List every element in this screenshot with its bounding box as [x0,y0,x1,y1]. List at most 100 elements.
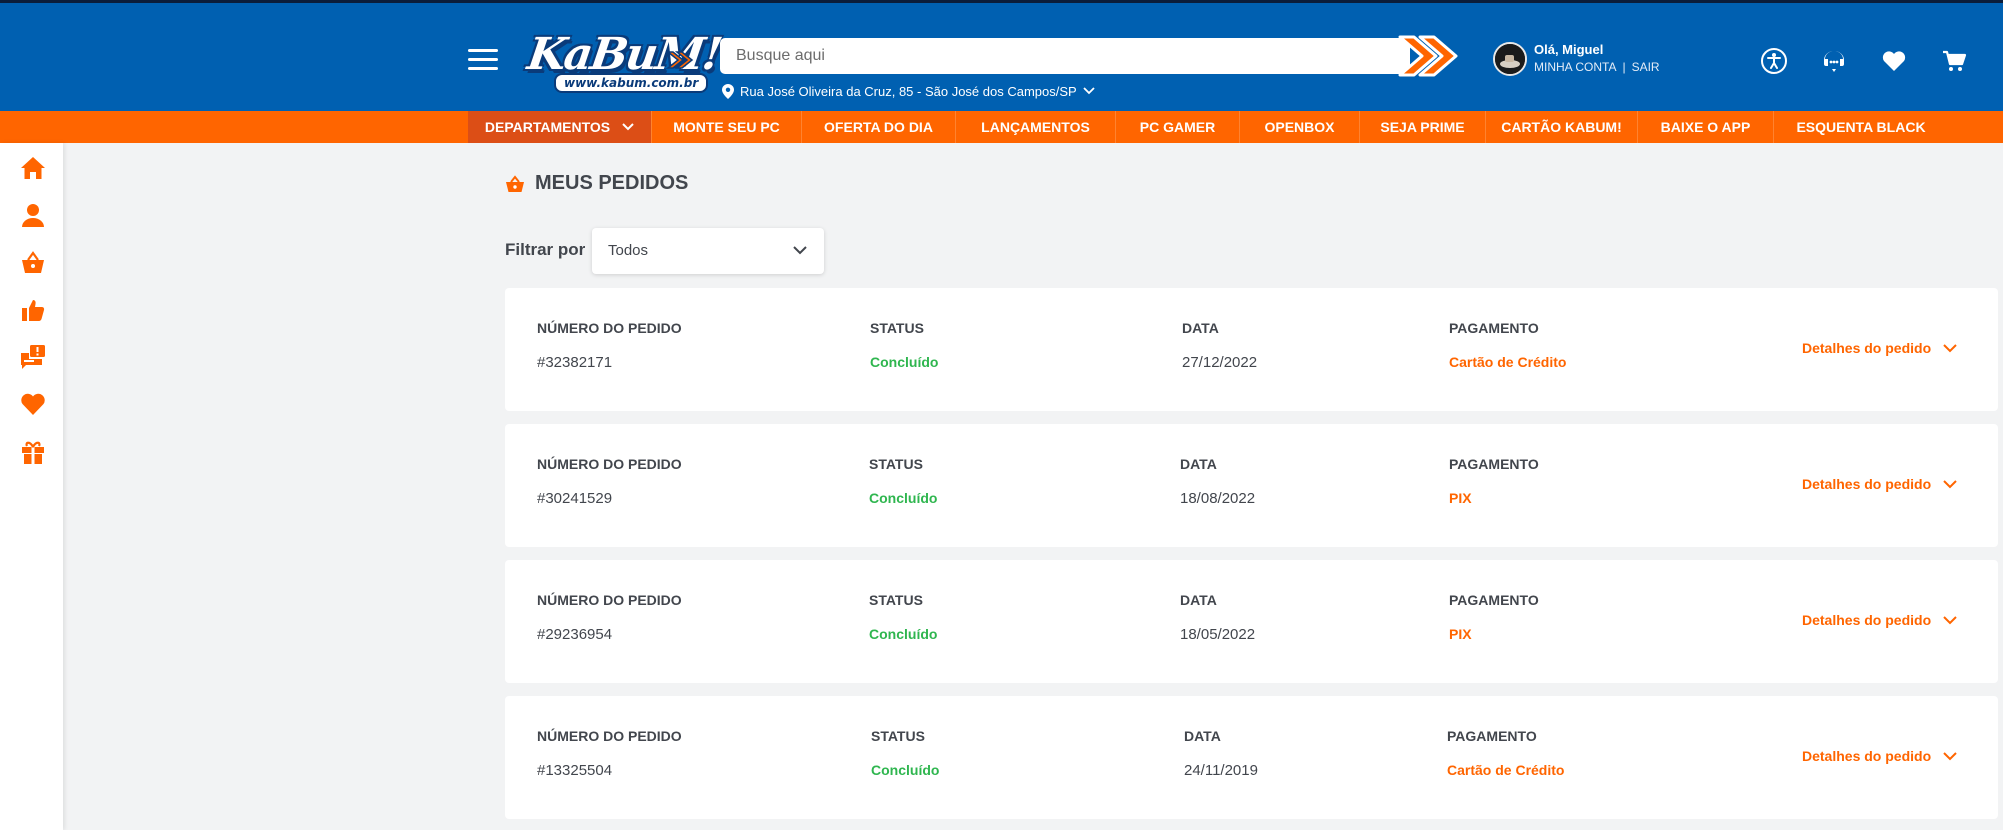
order-status: Concluído [869,626,938,642]
order-number-header: NÚMERO DO PEDIDO [537,320,682,336]
nav-item-label: MONTE SEU PC [673,119,780,135]
address-text: Rua José Oliveira da Cruz, 85 - São José… [740,83,1077,99]
nav-item-label: CARTÃO KABUM! [1501,119,1622,135]
date-cell: DATA 27/12/2022 [1182,320,1257,371]
filter-select[interactable]: Todos [592,228,824,274]
status-header: STATUS [871,728,925,744]
main-nav: DEPARTAMENTOS MONTE SEU PC OFERTA DO DIA… [0,111,2003,143]
payment-header: PAGAMENTO [1449,320,1539,336]
nav-item-label: LANÇAMENTOS [981,119,1090,135]
order-details-label: Detalhes do pedido [1802,748,1932,764]
date-header: DATA [1184,728,1221,744]
status-cell: STATUS Concluído [871,728,939,778]
order-card: NÚMERO DO PEDIDO #30241529 STATUS Conclu… [505,424,1998,547]
order-status: Concluído [870,354,939,370]
nav-item-oferta-do-dia[interactable]: OFERTA DO DIA [802,111,956,143]
page-title: MEUS PEDIDOS [505,172,688,195]
nav-item-esquenta-black[interactable]: ESQUENTA BLACK [1774,111,1948,143]
search-bar [720,38,1410,74]
order-number: #13325504 [537,762,613,779]
chevron-down-icon [793,246,807,255]
nav-item-seja-prime[interactable]: SEJA PRIME [1360,111,1486,143]
order-card: NÚMERO DO PEDIDO #13325504 STATUS Conclu… [505,696,1998,819]
order-number-header: NÚMERO DO PEDIDO [537,592,682,608]
accessibility-icon[interactable] [1760,47,1788,75]
date-cell: DATA 18/08/2022 [1180,456,1255,507]
menu-icon[interactable] [468,49,498,71]
search-input[interactable] [720,38,1380,74]
account-separator: | [1622,60,1626,74]
support-chat-icon[interactable] [1820,47,1848,75]
order-details-toggle[interactable]: Detalhes do pedido [1802,340,1957,356]
nav-item-cartao-kabum[interactable]: CARTÃO KABUM! [1486,111,1638,143]
date-header: DATA [1180,456,1217,472]
nav-item-label: ESQUENTA BLACK [1796,119,1926,135]
page-title-text: MEUS PEDIDOS [535,172,689,194]
nav-item-lancamentos[interactable]: LANÇAMENTOS [956,111,1116,143]
chevron-down-icon [1083,87,1095,95]
nav-item-label: PC GAMER [1139,119,1216,135]
payment-header: PAGAMENTO [1449,456,1539,472]
chat-alert-icon[interactable] [20,344,46,370]
order-number-cell: NÚMERO DO PEDIDO #32382171 [537,320,682,371]
status-cell: STATUS Concluído [869,592,937,642]
payment-header: PAGAMENTO [1449,592,1539,608]
order-details-label: Detalhes do pedido [1802,612,1932,628]
avatar[interactable] [1493,42,1527,76]
order-details-toggle[interactable]: Detalhes do pedido [1802,612,1957,628]
order-details-toggle[interactable]: Detalhes do pedido [1802,476,1957,492]
order-card: NÚMERO DO PEDIDO #29236954 STATUS Conclu… [505,560,1998,683]
date-cell: DATA 18/05/2022 [1180,592,1255,643]
order-payment: Cartão de Crédito [1447,762,1565,778]
my-account-link[interactable]: MINHA CONTA [1534,60,1616,74]
order-payment: PIX [1449,490,1472,506]
site-header: KaBuM! www.kabum.com.br Rua José Oliveir… [0,3,2003,111]
nav-item-label: BAIXE O APP [1660,119,1751,135]
nav-item-departamentos[interactable]: DEPARTAMENTOS [468,111,652,143]
chevron-down-icon [1943,343,1957,352]
logo-subtext: www.kabum.com.br [554,73,709,93]
gift-icon[interactable] [20,439,46,465]
order-number: #29236954 [537,626,613,643]
cart-icon[interactable] [1940,47,1968,75]
order-status: Concluído [871,762,940,778]
kabum-logo[interactable]: KaBuM! www.kabum.com.br [524,29,724,93]
order-number-cell: NÚMERO DO PEDIDO #30241529 [537,456,682,507]
nav-item-baixe-o-app[interactable]: BAIXE O APP [1638,111,1774,143]
nav-item-label: DEPARTAMENTOS [484,119,611,135]
payment-cell: PAGAMENTO Cartão de Crédito [1449,320,1566,370]
order-payment: Cartão de Crédito [1449,354,1567,370]
filter-label: Filtrar por [505,240,586,259]
payment-cell: PAGAMENTO PIX [1449,592,1539,642]
order-number: #32382171 [537,354,613,371]
order-number-cell: NÚMERO DO PEDIDO #13325504 [537,728,682,779]
order-number-header: NÚMERO DO PEDIDO [537,728,682,744]
payment-cell: PAGAMENTO Cartão de Crédito [1447,728,1564,778]
payment-cell: PAGAMENTO PIX [1449,456,1539,506]
date-cell: DATA 24/11/2019 [1184,728,1258,779]
user-icon[interactable] [20,202,46,228]
heart-icon[interactable] [20,391,46,417]
heart-icon[interactable] [1880,47,1908,75]
account-sidebar [0,143,63,830]
search-arrow-icon[interactable] [1396,33,1462,79]
order-number-header: NÚMERO DO PEDIDO [537,456,682,472]
nav-item-openbox[interactable]: OPENBOX [1240,111,1360,143]
chevron-down-icon [1943,615,1957,624]
nav-item-monte-seu-pc[interactable]: MONTE SEU PC [652,111,802,143]
home-icon[interactable] [20,155,46,181]
order-details-toggle[interactable]: Detalhes do pedido [1802,748,1957,764]
order-date: 24/11/2019 [1184,762,1258,779]
basket-icon[interactable] [20,250,46,276]
nav-item-pc-gamer[interactable]: PC GAMER [1116,111,1240,143]
order-card: NÚMERO DO PEDIDO #32382171 STATUS Conclu… [505,288,1998,411]
chevron-down-icon [622,123,634,131]
nav-item-label: OPENBOX [1264,119,1335,135]
delivery-address[interactable]: Rua José Oliveira da Cruz, 85 - São José… [722,82,1095,100]
status-cell: STATUS Concluído [870,320,938,370]
order-details-label: Detalhes do pedido [1802,476,1932,492]
thumbs-up-icon[interactable] [20,297,46,323]
logout-link[interactable]: SAIR [1632,60,1660,74]
order-date: 27/12/2022 [1182,354,1258,371]
user-greeting: Olá, Miguel [1534,42,1604,57]
